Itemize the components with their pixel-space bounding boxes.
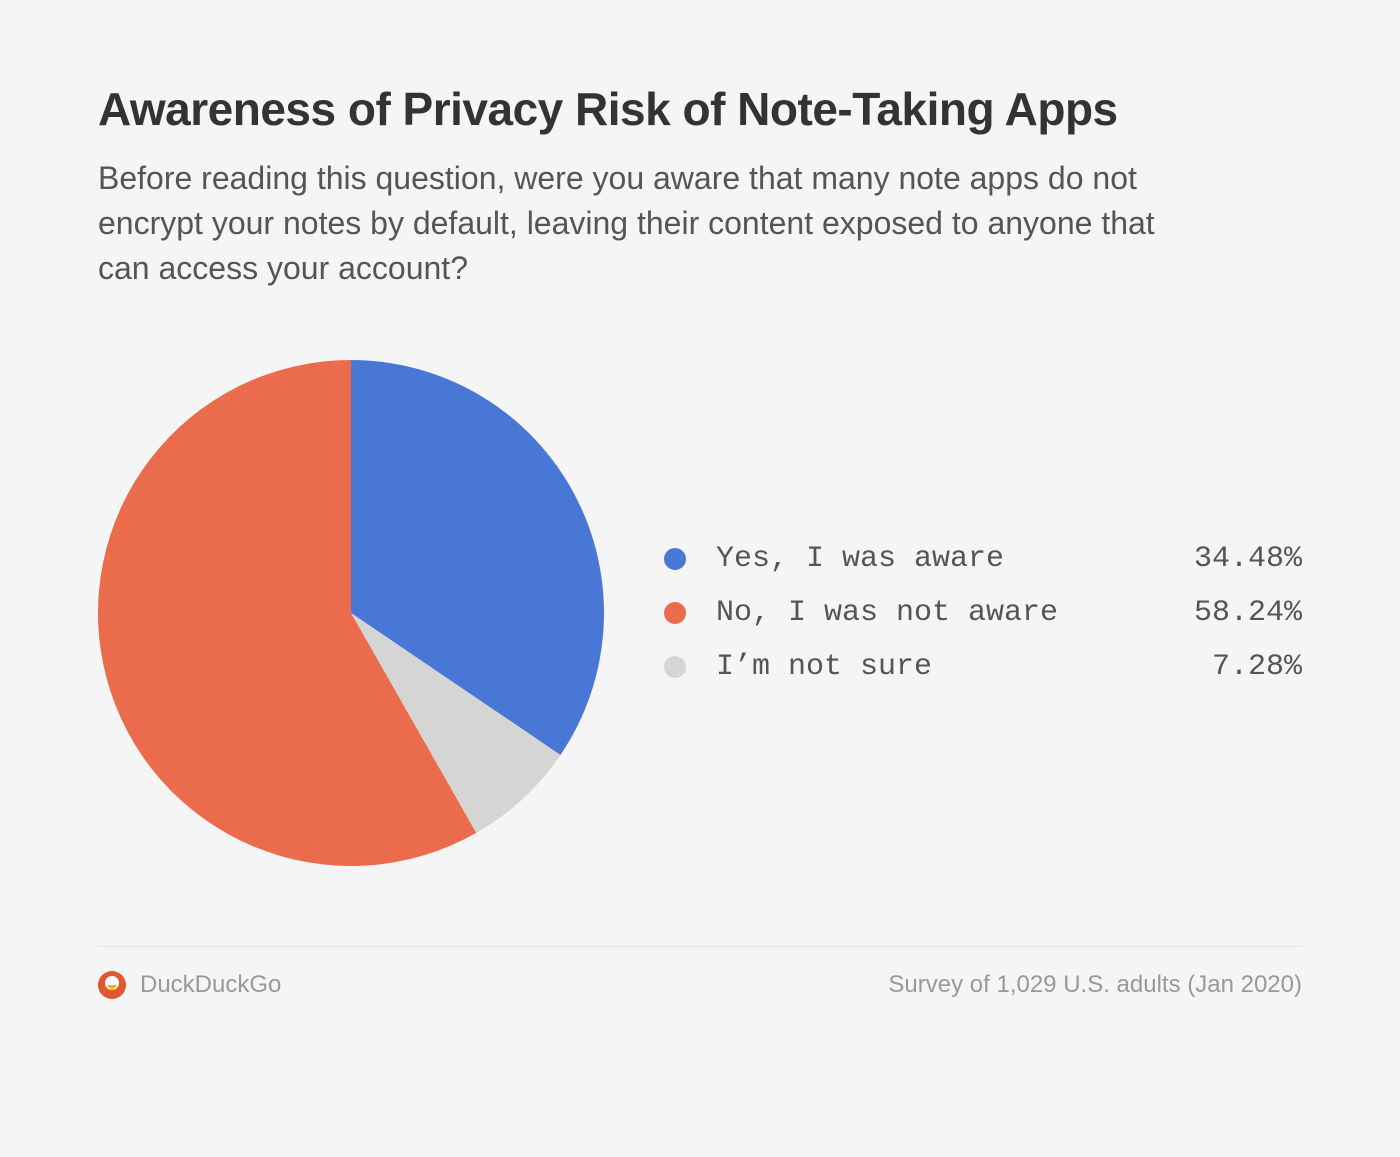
legend-item: No, I was not aware 58.24% (664, 596, 1302, 630)
legend-item: Yes, I was aware 34.48% (664, 542, 1302, 576)
brand-name: DuckDuckGo (140, 971, 281, 999)
chart-title: Awareness of Privacy Risk of Note-Taking… (98, 0, 1302, 136)
chart-subtitle: Before reading this question, were you a… (98, 156, 1158, 290)
pie-chart (98, 360, 604, 866)
legend-value: 58.24% (1194, 596, 1302, 630)
chart-footer: DuckDuckGo Survey of 1,029 U.S. adults (… (98, 946, 1302, 1023)
legend-value: 7.28% (1212, 650, 1302, 684)
legend-label: Yes, I was aware (716, 542, 1178, 576)
legend-swatch-icon (664, 656, 686, 678)
legend-swatch-icon (664, 548, 686, 570)
chart-area: Yes, I was aware 34.48% No, I was not awar… (98, 360, 1302, 946)
chart-legend: Yes, I was aware 34.48% No, I was not awar… (664, 542, 1302, 684)
legend-value: 34.48% (1194, 542, 1302, 576)
chart-card: Awareness of Privacy Risk of Note-Taking… (0, 0, 1400, 1033)
survey-note: Survey of 1,029 U.S. adults (Jan 2020) (888, 971, 1302, 999)
legend-swatch-icon (664, 602, 686, 624)
duckduckgo-logo-icon (98, 971, 126, 999)
brand: DuckDuckGo (98, 971, 281, 999)
legend-item: I’m not sure 7.28% (664, 650, 1302, 684)
legend-label: I’m not sure (716, 650, 1196, 684)
legend-label: No, I was not aware (716, 596, 1178, 630)
